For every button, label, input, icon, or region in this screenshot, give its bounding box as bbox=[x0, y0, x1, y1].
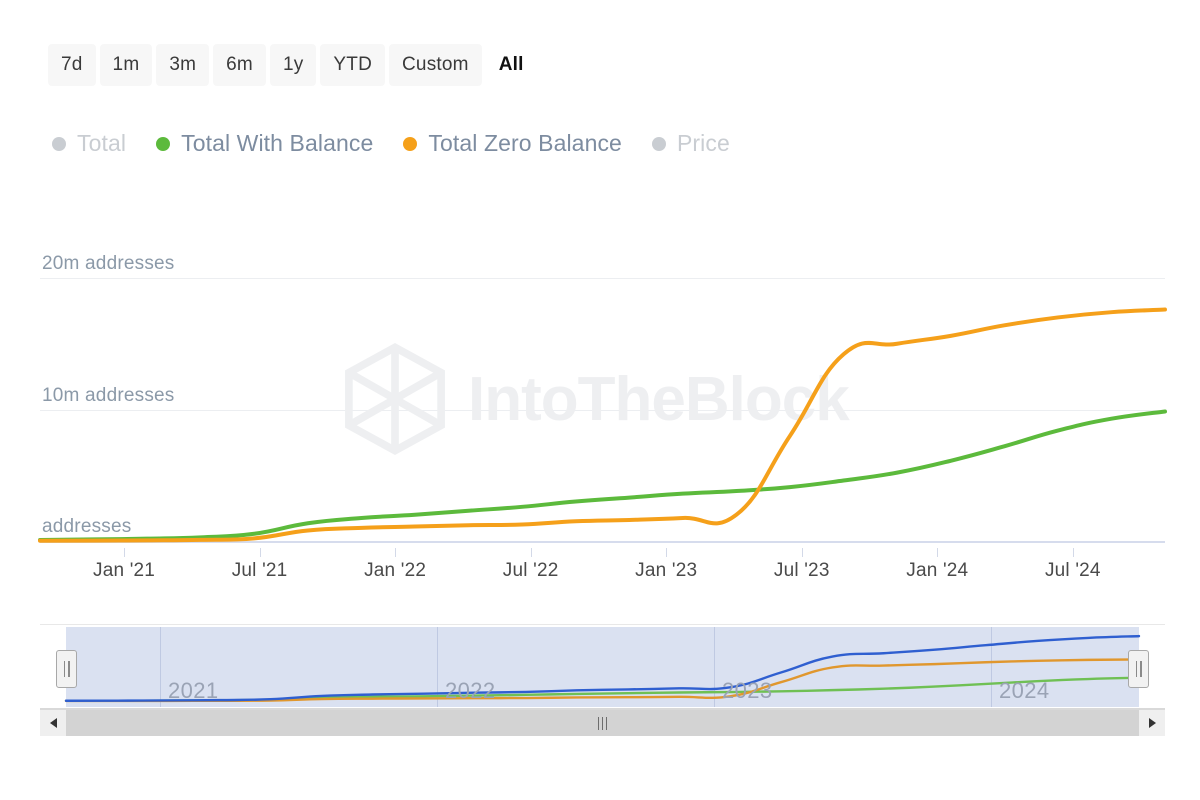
chevron-right-icon bbox=[1148, 718, 1156, 728]
x-axis-label: Jul '22 bbox=[502, 560, 559, 581]
x-axis-label: Jul '24 bbox=[1044, 560, 1101, 581]
range-button-7d[interactable]: 7d bbox=[48, 44, 96, 86]
legend-item-total[interactable]: Total bbox=[52, 130, 126, 157]
chart-plot-area: 20m addresses 10m addresses addresses In… bbox=[0, 248, 1200, 548]
scrollbar-thumb[interactable] bbox=[66, 710, 1139, 736]
address-chart-widget: 7d 1m 3m 6m 1y YTD Custom All Total Total With B… bbox=[0, 0, 1200, 800]
x-axis-label: Jul '21 bbox=[231, 560, 288, 581]
navigator-top-rule bbox=[40, 624, 1165, 625]
chart-legend[interactable]: Total Total With Balance Total Zero Balanc… bbox=[52, 130, 760, 157]
legend-label: Total bbox=[77, 130, 127, 156]
navigator-year-label: 2021 bbox=[168, 678, 219, 703]
legend-dot-icon bbox=[651, 136, 666, 151]
range-button-1y[interactable]: 1y bbox=[269, 44, 317, 86]
range-button-custom[interactable]: Custom bbox=[389, 44, 482, 86]
chart-scrollbar[interactable] bbox=[40, 710, 1165, 736]
x-axis-tick bbox=[1072, 548, 1074, 557]
legend-dot-icon bbox=[52, 136, 66, 151]
navigator-right-handle[interactable] bbox=[1128, 650, 1149, 688]
range-button-all[interactable]: All bbox=[486, 44, 537, 86]
scrollbar-left-arrow-button[interactable] bbox=[40, 710, 66, 736]
range-button-6m[interactable]: 6m bbox=[213, 44, 266, 86]
x-axis-label: Jan '23 bbox=[635, 560, 698, 581]
x-axis-tick bbox=[666, 548, 668, 557]
x-axis-label: Jan '22 bbox=[364, 560, 427, 581]
legend-item-total-zero-balance[interactable]: Total Zero Balance bbox=[403, 130, 622, 157]
x-axis-label: Jul '23 bbox=[773, 560, 830, 581]
x-axis-label: Jan '21 bbox=[92, 560, 156, 581]
x-axis-tick bbox=[530, 548, 532, 557]
navigator-year-label: 2022 bbox=[445, 678, 496, 703]
time-range-selector[interactable]: 7d 1m 3m 6m 1y YTD Custom All bbox=[48, 44, 537, 86]
chart-canvas: 20m addresses 10m addresses addresses In… bbox=[40, 248, 1165, 548]
navigator-left-handle[interactable] bbox=[56, 650, 77, 688]
x-axis-label: Jan '24 bbox=[906, 560, 969, 581]
x-axis: Jan '21 Jul '21 Jan '22 Jul '22 Jan '23 Jul '… bbox=[40, 548, 1165, 588]
range-button-1m[interactable]: 1m bbox=[99, 44, 153, 86]
chart-series-group bbox=[40, 248, 1165, 548]
x-axis-tick bbox=[259, 548, 261, 557]
x-axis-tick bbox=[801, 548, 803, 557]
x-axis-tick bbox=[395, 548, 397, 557]
legend-dot-icon bbox=[156, 136, 171, 151]
chart-navigator[interactable]: 2021 2022 2023 2024 bbox=[40, 624, 1165, 710]
x-axis-tick bbox=[124, 548, 126, 557]
x-axis-tick bbox=[937, 548, 939, 557]
navigator-year-label: 2024 bbox=[999, 678, 1050, 703]
range-button-3m[interactable]: 3m bbox=[156, 44, 210, 86]
navigator-year-label: 2023 bbox=[722, 678, 773, 703]
scrollbar-right-arrow-button[interactable] bbox=[1139, 710, 1165, 736]
legend-label: Price bbox=[676, 130, 730, 156]
range-button-ytd[interactable]: YTD bbox=[320, 44, 386, 86]
navigator-line-total bbox=[66, 636, 1139, 701]
legend-label: Total Zero Balance bbox=[428, 130, 622, 156]
legend-dot-icon bbox=[403, 136, 418, 151]
series-line-total-zero-balance bbox=[40, 310, 1165, 541]
legend-item-total-with-balance[interactable]: Total With Balance bbox=[156, 130, 373, 157]
legend-label: Total With Balance bbox=[181, 130, 374, 156]
legend-item-price[interactable]: Price bbox=[651, 130, 730, 157]
chevron-left-icon bbox=[49, 718, 57, 728]
